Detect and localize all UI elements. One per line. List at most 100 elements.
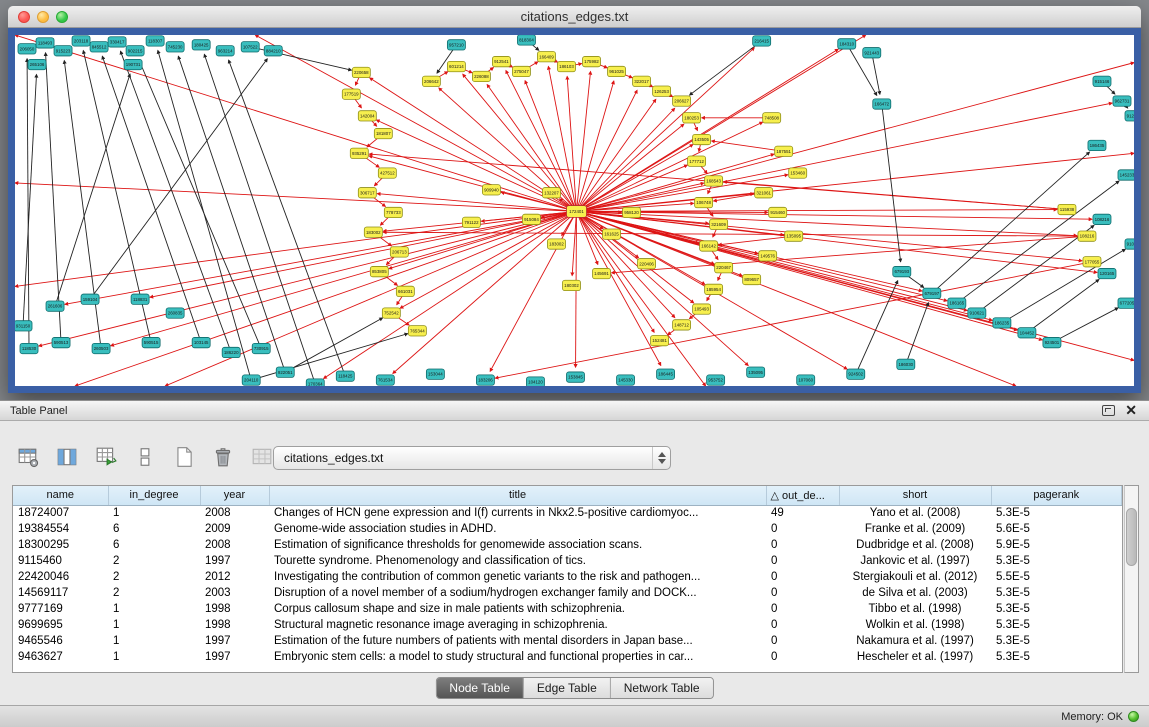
graph-node[interactable]: 745230 — [166, 42, 184, 52]
red-edge[interactable] — [383, 232, 1087, 236]
red-edge[interactable] — [577, 48, 755, 212]
graph-node[interactable]: 145330 — [617, 375, 635, 385]
column-header-short[interactable]: short — [839, 486, 991, 505]
black-edge[interactable] — [120, 51, 231, 352]
red-edge[interactable] — [577, 211, 1083, 260]
graph-node[interactable]: 166472 — [873, 99, 891, 109]
graph-node[interactable]: 126253 — [653, 86, 671, 96]
float-panel-icon[interactable] — [1102, 405, 1115, 416]
graph-node[interactable]: 912541 — [492, 56, 510, 66]
graph-node[interactable]: 132207 — [542, 188, 560, 198]
graph-node[interactable]: 935291 — [350, 148, 368, 158]
table-row[interactable]: 911546021997Tourette syndrome. Phenomeno… — [13, 553, 1122, 569]
graph-node[interactable]: 915223 — [54, 46, 72, 56]
graph-node[interactable]: 161625 — [603, 229, 621, 239]
graph-node[interactable]: 186165 — [948, 298, 966, 308]
graph-node[interactable]: 216415 — [753, 36, 771, 46]
graph-node[interactable]: 118493 — [36, 38, 54, 48]
column-header-in_degree[interactable]: in_degree — [108, 486, 200, 505]
column-header-name[interactable]: name — [13, 486, 108, 505]
tab-network-table[interactable]: Network Table — [610, 678, 713, 698]
graph-node[interactable]: 590513 — [52, 337, 70, 347]
graph-node[interactable]: 203118 — [72, 36, 90, 46]
graph-node[interactable]: 118307 — [146, 36, 164, 46]
graph-node[interactable]: 915460 — [769, 207, 787, 217]
black-edge[interactable] — [102, 56, 201, 342]
zoom-window-icon[interactable] — [56, 11, 68, 23]
red-edge[interactable] — [577, 63, 1134, 212]
graph-node[interactable]: 220467 — [715, 263, 733, 273]
new-file-button[interactable] — [170, 443, 198, 471]
graph-node[interactable]: 321609 — [710, 219, 728, 229]
tab-edge-table[interactable]: Edge Table — [523, 678, 610, 698]
graph-node[interactable]: 186103 — [557, 61, 575, 71]
red-edge[interactable] — [724, 182, 1067, 210]
black-edge[interactable] — [55, 74, 130, 306]
graph-node[interactable]: 149576 — [759, 251, 777, 261]
graph-node[interactable]: 206627 — [673, 96, 691, 106]
graph-node[interactable]: 206050 — [18, 44, 36, 54]
graph-node[interactable]: 778733 — [384, 207, 402, 217]
graph-node[interactable]: 910621 — [968, 308, 986, 318]
memory-status-icon[interactable] — [1128, 711, 1139, 722]
close-window-icon[interactable] — [18, 11, 30, 23]
graph-node[interactable]: 601214 — [447, 61, 465, 71]
table-row[interactable]: 2242004622012Investigating the contribut… — [13, 569, 1122, 585]
graph-node[interactable]: 152481 — [651, 335, 669, 345]
black-edge[interactable] — [90, 59, 267, 299]
graph-node[interactable]: 153460 — [789, 168, 807, 178]
red-edge[interactable] — [506, 70, 577, 211]
minimize-window-icon[interactable] — [37, 11, 49, 23]
graph-node[interactable]: 105493 — [693, 304, 711, 314]
show-columns-button[interactable] — [53, 443, 81, 471]
red-edge[interactable] — [712, 141, 784, 151]
graph-node[interactable]: 909940 — [482, 185, 500, 195]
graph-node[interactable]: 180425 — [192, 40, 210, 50]
graph-node[interactable]: 186435 — [1088, 140, 1106, 150]
red-edge[interactable] — [577, 103, 1113, 211]
graph-node[interactable]: 220406 — [638, 259, 656, 269]
graph-node[interactable]: 166409 — [537, 52, 555, 62]
graph-node[interactable]: 962731 — [1113, 96, 1131, 106]
graph-node[interactable]: 184310 — [838, 39, 856, 49]
graph-node[interactable]: 118425 — [336, 371, 354, 381]
graph-node[interactable]: 322017 — [633, 76, 651, 86]
graph-node[interactable]: 330417 — [108, 37, 126, 47]
table-row[interactable]: 969969511998Structural magnetic resonanc… — [13, 617, 1122, 633]
graph-node[interactable]: 115938 — [1058, 204, 1076, 214]
table-row[interactable]: 1830029562008Estimation of significance … — [13, 537, 1122, 553]
black-edge[interactable] — [139, 60, 261, 349]
graph-node[interactable]: 186030 — [897, 359, 915, 369]
graph-node[interactable]: 845512 — [90, 42, 108, 52]
column-header-out_degree[interactable]: △ out_de... — [766, 486, 839, 505]
graph-node[interactable]: 159104 — [81, 294, 99, 304]
graph-node[interactable]: 427512 — [378, 168, 396, 178]
graph-node[interactable]: 108216 — [1093, 214, 1111, 224]
red-edge[interactable] — [150, 211, 577, 297]
column-visibility-button[interactable] — [14, 443, 42, 471]
graph-node[interactable]: 177712 — [688, 156, 706, 166]
graph-node[interactable]: 953752 — [707, 375, 725, 385]
graph-node[interactable]: 260835 — [166, 308, 184, 318]
graph-node[interactable]: 166142 — [700, 241, 718, 251]
graph-node[interactable]: 902215 — [126, 46, 144, 56]
graph-node[interactable]: 921443 — [863, 48, 881, 58]
graph-node[interactable]: 120165 — [1098, 268, 1116, 278]
graph-node[interactable]: 915146 — [1093, 76, 1111, 86]
graph-node[interactable]: 748508 — [763, 113, 781, 123]
graph-node[interactable]: 153845 — [566, 372, 584, 382]
table-row[interactable]: 1456911722003Disruption of a novel membe… — [13, 585, 1122, 601]
graph-node[interactable]: 957210 — [447, 40, 465, 50]
black-edge[interactable] — [1027, 280, 1099, 333]
red-edge[interactable] — [111, 211, 577, 345]
network-table-selector[interactable]: citations_edges.txt — [273, 446, 671, 470]
column-header-pagerank[interactable]: pagerank — [991, 486, 1122, 505]
graph-node[interactable]: 177519 — [342, 89, 360, 99]
black-edge[interactable] — [204, 54, 315, 384]
graph-node[interactable]: 226088 — [472, 71, 490, 81]
import-table-button[interactable] — [248, 443, 276, 471]
graph-node[interactable]: 186235 — [993, 318, 1011, 328]
black-edge[interactable] — [27, 59, 29, 349]
rows-button[interactable] — [131, 443, 159, 471]
tab-node-table[interactable]: Node Table — [436, 678, 523, 698]
